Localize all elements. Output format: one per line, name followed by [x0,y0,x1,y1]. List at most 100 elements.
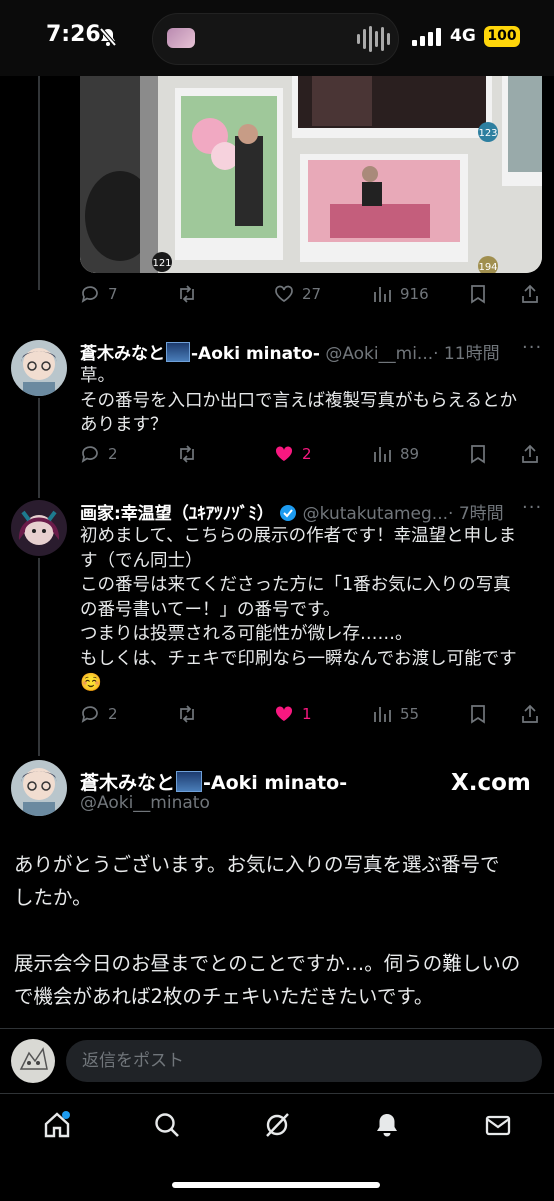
like-count: 1 [302,705,312,723]
view-count: 916 [400,285,429,303]
views-icon [374,447,391,462]
heart-filled-icon [275,706,293,721]
thread-line [38,76,40,290]
bell-muted-icon [99,27,117,47]
post-text: 初めまして、こちらの展示の作者です！幸温望と申しま す（でん同士） この番号は来… [80,524,550,696]
user-handle[interactable]: @Aoki__minato [80,793,210,813]
user-handle[interactable]: @kutakutameg... [303,504,448,524]
reply-input[interactable]: 返信をポスト [66,1040,542,1082]
post-text-line: もしくは、チェキで印刷なら一瞬なんでお渡し可能です [80,648,517,669]
share-button[interactable] [520,284,540,304]
bookmark-icon [471,285,485,304]
post-time: · 11時間 [433,344,500,364]
thread-line [38,558,40,756]
bookmark-icon [471,445,485,464]
repost-icon [180,285,194,303]
more-options-icon[interactable]: ··· [522,337,542,358]
home-indicator[interactable] [172,1182,380,1188]
post-image[interactable]: 121 123 194 [80,76,542,273]
avatar-illustration [11,500,67,556]
heart-filled-icon [275,446,293,461]
dynamic-island[interactable] [152,13,399,65]
display-name[interactable]: 蒼木みなと [80,344,165,364]
thread-line [38,398,40,498]
repost-button[interactable] [176,704,198,724]
display-name[interactable]: 画家:幸温望（ﾕｷｱﾂﾉｿﾞﾐ） [80,504,274,524]
reply-count: 2 [108,445,118,463]
bell-icon [377,1114,397,1137]
reply-count: 7 [108,285,118,303]
views-icon [374,707,391,722]
photo-tag-mid: 123 [478,128,497,139]
post-text-line: で機会があれば2枚のチェキいただきたいです。 [14,985,434,1008]
tab-home[interactable] [42,1110,72,1144]
x-com-watermark: X.com [451,770,531,796]
more-options-icon[interactable]: ··· [522,497,542,518]
display-name-suffix: -Aoki minato- [203,772,348,794]
reply-icon [81,286,98,303]
views-button[interactable]: 916 [372,284,429,304]
share-button[interactable] [520,444,540,464]
avatar[interactable] [11,760,67,816]
reply-button[interactable]: 7 [80,284,118,304]
share-button[interactable] [520,704,540,724]
like-button[interactable]: 2 [274,444,312,464]
status-bar: 7:26 4G 100 [0,0,554,76]
heart-icon [275,285,293,303]
search-icon [155,1113,179,1137]
post-text-line: 展示会今日のお昼までとのことですか…。伺うの難しいの [14,952,521,975]
post-header: 画家:幸温望（ﾕｷｱﾂﾉｿﾞﾐ） @kutakutameg...· 7時間 [80,499,504,524]
grok-icon [266,1113,289,1137]
reply-button[interactable]: 2 [80,444,118,464]
tab-messages[interactable] [483,1110,513,1144]
avatar-illustration [11,340,67,396]
tab-notifications[interactable] [372,1110,402,1144]
bookmark-button[interactable] [469,284,487,304]
views-icon [374,287,391,302]
repost-button[interactable] [176,284,198,304]
like-button[interactable]: 27 [274,284,321,304]
post-header[interactable]: 蒼木みなと -Aoki minato- [80,768,347,795]
views-button[interactable]: 55 [372,704,419,724]
avatar-illustration [11,760,67,816]
city-emoji-icon [176,771,203,792]
post-text: 展示会今日のお昼までとのことですか…。伺うの難しいの で機会があれば2枚のチェキ… [14,947,544,1013]
avatar[interactable] [11,500,67,556]
network-type: 4G [450,26,476,46]
repost-button[interactable] [176,444,198,464]
tab-search[interactable] [152,1110,182,1144]
user-handle[interactable]: @Aoki__mi... [325,344,433,364]
status-time: 7:26 [46,22,101,47]
view-count: 55 [400,705,420,723]
like-count: 27 [302,285,322,303]
bookmark-icon [471,705,485,724]
tab-grok[interactable] [262,1110,292,1144]
post-header: 蒼木みなと -Aoki minato- @Aoki__mi...· 11時間 [80,339,500,364]
photo-wall-illustration: 121 123 194 [80,76,542,273]
my-avatar[interactable] [11,1039,55,1083]
post-text: ありがとうございます。お気に入りの写真を選ぶ番号で したか。 [14,848,544,914]
like-button[interactable]: 1 [274,704,312,724]
avatar[interactable] [11,340,67,396]
bookmark-button[interactable] [469,704,487,724]
city-emoji-icon [166,342,190,362]
post-text-line: この番号は来てくださった方に「1番お気に入りの写真 [80,575,511,595]
display-name: 蒼木みなと [80,772,176,794]
post-text-line: の番号書いてー！」の番号です。 [80,599,341,620]
verified-badge-icon [280,505,297,521]
battery-indicator: 100 [484,26,520,47]
reply-icon [81,706,98,723]
smile-emoji: ☺️ [80,673,102,693]
signal-icon [412,28,441,46]
share-icon [522,444,538,463]
views-button[interactable]: 89 [372,444,419,464]
reply-button[interactable]: 2 [80,704,118,724]
now-playing-artwork [167,28,195,48]
share-icon [522,284,538,303]
post-text-line: つまりは投票される可能性が微レ存……。 [80,624,413,644]
bookmark-button[interactable] [469,444,487,464]
post-text-line: 初めまして、こちらの展示の作者です！幸温望と申しま [80,526,517,546]
repost-icon [180,705,194,723]
post-text-line: ありがとうございます。お気に入りの写真を選ぶ番号で [14,853,500,876]
post-text-line: したか。 [14,886,92,909]
